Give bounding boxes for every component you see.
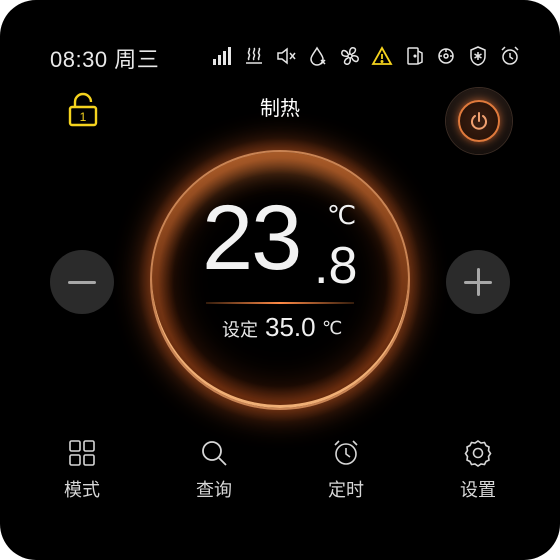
- divider: [206, 302, 354, 304]
- heat-wave-icon: [238, 43, 270, 69]
- current-temperature-integer: 23: [202, 187, 302, 289]
- setpoint-label: 设定: [222, 320, 258, 340]
- setpoint-value: 35.0: [265, 312, 316, 342]
- plus-icon-vertical: [476, 268, 480, 296]
- search-icon: [202, 441, 227, 466]
- gear-icon: [464, 440, 492, 467]
- current-temperature-unit: ℃: [327, 200, 357, 230]
- thermostat-panel: 08:30 周三 1 制热 23 .8 ℃ 设定 35.0 ℃ 模式 查询 定时…: [0, 0, 560, 560]
- water-drop-snowflake-icon: [302, 43, 334, 69]
- nav-timer-label: 定时: [328, 480, 364, 500]
- increase-temperature-button[interactable]: [446, 250, 510, 314]
- power-button[interactable]: [446, 88, 512, 154]
- status-icons: [206, 43, 526, 69]
- nav-query-label: 查询: [196, 480, 232, 500]
- current-temperature-decimal: .8: [314, 237, 358, 295]
- fan-icon: [334, 43, 366, 69]
- nav-settings[interactable]: 设置: [438, 438, 518, 502]
- power-icon: [458, 100, 500, 142]
- nav-mode[interactable]: 模式: [42, 438, 122, 502]
- alarm-clock-icon: [334, 440, 358, 465]
- alarm-clock-icon: [494, 43, 526, 69]
- nav-timer[interactable]: 定时: [306, 438, 386, 502]
- weekday-text: 周三: [114, 47, 160, 72]
- signal-icon: [206, 43, 238, 69]
- mute-icon: [270, 43, 302, 69]
- warning-icon: [366, 43, 398, 69]
- decrease-temperature-button[interactable]: [50, 250, 114, 314]
- nav-settings-label: 设置: [460, 480, 496, 500]
- status-time: 08:30 周三: [50, 42, 159, 74]
- door-icon: [398, 43, 430, 69]
- time-text: 08:30: [50, 47, 108, 72]
- nav-mode-label: 模式: [64, 480, 100, 500]
- fan-coil-icon: [430, 43, 462, 69]
- nav-query[interactable]: 查询: [174, 438, 254, 502]
- grid-icon: [69, 440, 95, 466]
- minus-icon: [68, 280, 96, 284]
- setpoint-unit: ℃: [322, 318, 343, 338]
- shield-snowflake-icon: [462, 43, 494, 69]
